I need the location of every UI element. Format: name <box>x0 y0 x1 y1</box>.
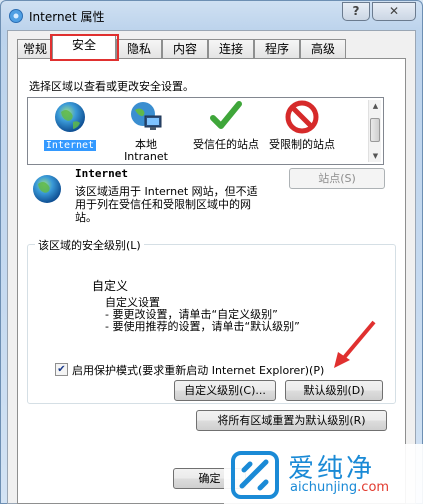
close-button[interactable]: ✕ <box>372 2 416 21</box>
ie-settings-icon <box>9 9 23 23</box>
zone-list[interactable]: Internet 本地 Intranet 受信任的站点 受限制的站点 ▲ ▼ <box>27 97 384 165</box>
zone-title: Internet <box>75 167 128 180</box>
custom-level-button[interactable]: 自定义级别(C)... <box>174 380 276 401</box>
protected-mode-label[interactable]: 启用保护模式(要求重新启动 Internet Explorer)(P) <box>72 362 324 378</box>
reset-all-zones-button[interactable]: 将所有区域重置为默认级别(R) <box>196 410 387 431</box>
tab-security[interactable]: 安全 <box>52 35 116 59</box>
zone-trusted-sites[interactable]: 受信任的站点 <box>186 100 266 151</box>
zone-local-intranet[interactable]: 本地 Intranet <box>106 100 186 163</box>
security-level-name: 自定义 <box>92 279 129 293</box>
tab-content[interactable]: 内容 <box>162 39 208 59</box>
red-arrow-annotation <box>334 320 376 368</box>
zone-restricted-sites[interactable]: 受限制的站点 <box>262 100 342 151</box>
watermark-logo-icon <box>231 451 279 499</box>
tab-general[interactable]: 常规 <box>17 39 53 59</box>
zone-trusted-label: 受信任的站点 <box>193 138 259 151</box>
tab-connections[interactable]: 连接 <box>208 39 254 59</box>
internet-zone-globe-icon <box>33 175 61 203</box>
zone-internet-label: Internet <box>43 140 97 151</box>
no-entry-icon <box>285 100 319 134</box>
zone-intranet-label: 本地 Intranet <box>124 138 168 163</box>
watermark-url-prefix: aichunjing <box>290 480 358 495</box>
scroll-thumb[interactable] <box>370 118 380 142</box>
zone-description: 该区域适用于 Internet 网站，但不适用于列在受信任和受限制区域中的网站。 <box>75 185 258 224</box>
security-level-group-title: 该区域的安全级别(L) <box>35 237 144 253</box>
tab-advanced[interactable]: 高级 <box>300 39 346 59</box>
watermark: 爱纯净 aichunjing.com <box>224 444 423 504</box>
zone-restricted-label: 受限制的站点 <box>269 138 335 151</box>
security-level-desc-3: - 要使用推荐的设置，请单击“默认级别” <box>105 320 300 333</box>
watermark-url: aichunjing.com <box>290 480 389 495</box>
intranet-icon <box>131 102 162 130</box>
checkmark-icon <box>210 101 242 129</box>
zone-list-scrollbar[interactable]: ▲ ▼ <box>368 100 381 162</box>
tab-programs[interactable]: 程序 <box>254 39 300 59</box>
zone-prompt: 选择区域以查看或更改安全设置。 <box>29 80 194 93</box>
window-title: Internet 属性 <box>29 10 105 24</box>
sites-button[interactable]: 站点(S) <box>289 168 385 189</box>
scroll-up-icon[interactable]: ▲ <box>369 100 382 112</box>
globe-icon <box>55 102 85 132</box>
protected-mode-checkbox[interactable]: ✔ <box>55 363 68 376</box>
tab-privacy[interactable]: 隐私 <box>116 39 162 59</box>
help-button[interactable]: ? <box>342 2 370 21</box>
watermark-url-suffix: .com <box>357 480 390 495</box>
zone-internet[interactable]: Internet <box>30 100 110 152</box>
scroll-down-icon[interactable]: ▼ <box>369 150 382 162</box>
default-level-button[interactable]: 默认级别(D) <box>285 380 383 401</box>
